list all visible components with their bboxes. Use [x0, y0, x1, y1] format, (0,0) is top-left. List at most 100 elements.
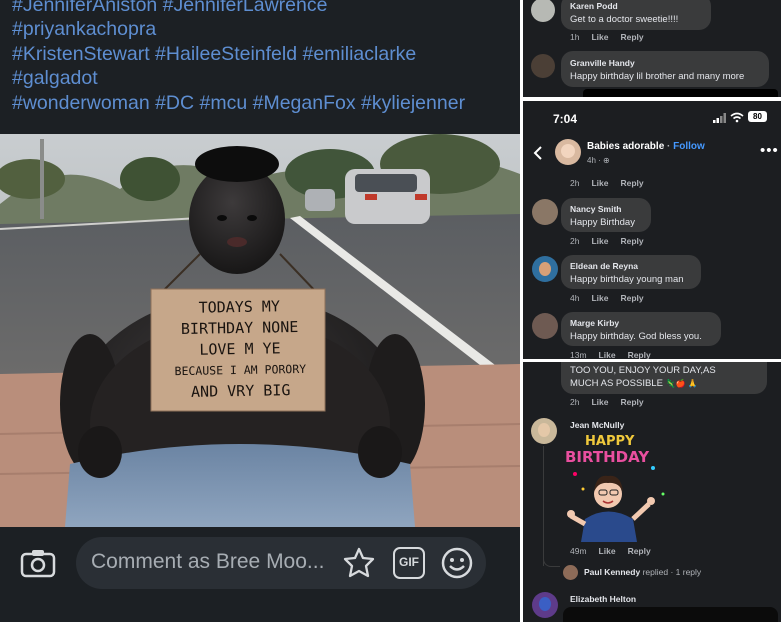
like-button[interactable]: Like — [599, 546, 616, 556]
avatar[interactable] — [532, 256, 558, 282]
thread-line — [543, 446, 544, 566]
comment-meta: 2h Like Reply — [570, 236, 656, 246]
comment-meta: 49m Like Reply — [570, 546, 663, 556]
comment-meta: 4h Like Reply — [570, 293, 656, 303]
comment-text: Happy birthday young man — [570, 274, 684, 285]
like-button[interactable]: Like — [591, 32, 608, 42]
hashtag-line[interactable]: #priyankachopra — [12, 17, 517, 41]
avatar[interactable] — [532, 199, 558, 225]
avatar[interactable] — [532, 313, 558, 339]
gif-button[interactable]: GIF — [393, 547, 425, 579]
battery-indicator: 80 — [748, 111, 767, 122]
home-indicator-bar — [583, 89, 778, 97]
reply-button[interactable]: Reply — [620, 397, 643, 407]
comment-author[interactable]: Jean McNully — [570, 420, 624, 430]
avatar[interactable] — [563, 565, 578, 580]
sign-line: AND VRY BIG — [190, 381, 291, 401]
page-header: Babies adorable · Follow — [587, 141, 705, 152]
attached-image[interactable] — [563, 607, 778, 622]
reply-button[interactable]: Reply — [628, 350, 651, 359]
sign-line: BECAUSE I AM PORORY — [174, 361, 307, 379]
comment-time: 2h — [570, 397, 580, 407]
reply-button[interactable]: Reply — [620, 236, 643, 246]
signal-icon — [713, 113, 726, 123]
cardboard-sign: TODAYS MY BIRTHDAY NONE LOVE M YE BECAUS… — [154, 296, 326, 404]
comments-screenshot-1: Karen Podd Get to a doctor sweetie!!!! 1… — [523, 0, 781, 97]
comment-time: 13m — [570, 350, 587, 359]
comment-text: Happy Birthday — [570, 217, 635, 228]
follow-button[interactable]: Follow — [673, 141, 705, 152]
more-options-icon[interactable]: ••• — [760, 142, 779, 159]
like-button[interactable]: Like — [591, 293, 608, 303]
comment-meta: 2h Like Reply — [570, 397, 656, 407]
comment-time: 2h — [570, 178, 580, 188]
comment-meta: 2h Like Reply — [570, 178, 656, 188]
back-arrow-icon[interactable] — [533, 146, 543, 160]
post-panel: #JenniferAniston #JenniferLawrence #priy… — [0, 0, 520, 622]
comments-screenshot-3: TOO YOU, ENJOY YOUR DAY,AS MUCH AS POSSI… — [523, 362, 781, 622]
comment-text: MUCH AS POSSIBLE — [570, 378, 663, 389]
page-name[interactable]: Babies adorable — [587, 141, 664, 152]
page-post-time: 4h · ⊕ — [587, 156, 610, 165]
hashtag-list: #JenniferAniston #JenniferLawrence #priy… — [12, 0, 517, 115]
post-photo[interactable]: TODAYS MY BIRTHDAY NONE LOVE M YE BECAUS… — [0, 134, 520, 527]
globe-icon: ⊕ — [603, 156, 610, 165]
reply-button[interactable]: Reply — [628, 546, 651, 556]
sticker-icon[interactable] — [342, 546, 376, 580]
post-time: 4h · — [587, 156, 604, 165]
like-button[interactable]: Like — [591, 178, 608, 188]
comment-text: Happy birthday lil brother and many more — [570, 71, 745, 82]
comment-text: Get to a doctor sweetie!!!! — [570, 14, 679, 25]
gif-label: GIF — [399, 555, 419, 569]
avatar[interactable] — [532, 592, 558, 618]
thread-connector — [543, 558, 560, 567]
emoji-icon[interactable] — [440, 546, 474, 580]
avatar-sticker-illustration — [567, 466, 665, 542]
comments-screenshot-2: 7:04 80 Babies adorable · Follow 4h · ⊕ … — [523, 101, 781, 359]
comment-author[interactable]: Karen Podd — [570, 1, 618, 11]
reply-action: replied — [640, 567, 669, 577]
like-button[interactable]: Like — [591, 236, 608, 246]
comment-placeholder: Comment as Bree Moo... — [91, 550, 325, 573]
comment-time: 49m — [570, 546, 587, 556]
like-button[interactable]: Like — [591, 397, 608, 407]
comment-author[interactable]: Marge Kirby — [570, 318, 619, 328]
hashtag-line[interactable]: #galgadot — [12, 66, 517, 90]
avatar[interactable] — [531, 418, 557, 444]
avatar[interactable] — [531, 54, 555, 78]
camera-icon[interactable] — [20, 548, 56, 578]
comment-author[interactable]: Eldean de Reyna — [570, 261, 638, 271]
like-button[interactable]: Like — [599, 350, 616, 359]
comment-meta: 1h Like Reply — [570, 32, 656, 42]
comment-text: Happy birthday. God bless you. — [570, 331, 702, 342]
reply-button[interactable]: Reply — [620, 178, 643, 188]
reply-button[interactable]: Reply — [620, 32, 643, 42]
hashtag-line[interactable]: #JenniferAniston #JenniferLawrence — [12, 0, 517, 17]
comment-text-line-2: MUCH AS POSSIBLE 🦎🍎 🙏 — [570, 378, 698, 389]
comment-author[interactable]: Granville Handy — [570, 58, 635, 68]
comment-time: 2h — [570, 236, 580, 246]
comment-time: 1h — [570, 32, 580, 42]
reply-summary[interactable]: Paul Kennedy replied · 1 reply — [584, 567, 701, 577]
header-separator: · — [664, 141, 674, 152]
birthday-sticker[interactable]: HAPPY BIRTHDAY — [563, 432, 673, 542]
reply-count[interactable]: · 1 reply — [668, 567, 701, 577]
comment-time: 4h — [570, 293, 580, 303]
emoji-row-icon: 🦎🍎 🙏 — [665, 379, 698, 388]
reply-button[interactable]: Reply — [620, 293, 643, 303]
sign-line: TODAYS MY — [198, 297, 281, 317]
status-time: 7:04 — [553, 112, 578, 126]
sign-line: BIRTHDAY NONE — [180, 317, 299, 339]
avatar[interactable] — [531, 0, 555, 22]
hashtag-line[interactable]: #KristenStewart #HaileeSteinfeld #emilia… — [12, 42, 517, 66]
comment-text: TOO YOU, ENJOY YOUR DAY,AS — [570, 365, 716, 376]
comment-meta: 13m Like Reply — [570, 350, 663, 359]
page-avatar[interactable] — [555, 139, 581, 165]
comment-author[interactable]: Nancy Smith — [570, 204, 622, 214]
sticker-word-happy: HAPPY — [585, 434, 635, 449]
sign-line: LOVE M YE — [199, 339, 281, 359]
comment-author[interactable]: Elizabeth Helton — [570, 594, 636, 604]
hashtag-line[interactable]: #wonderwoman #DC #mcu #MeganFox #kylieje… — [12, 91, 517, 115]
wifi-icon — [730, 112, 744, 123]
reply-author[interactable]: Paul Kennedy — [584, 567, 640, 577]
